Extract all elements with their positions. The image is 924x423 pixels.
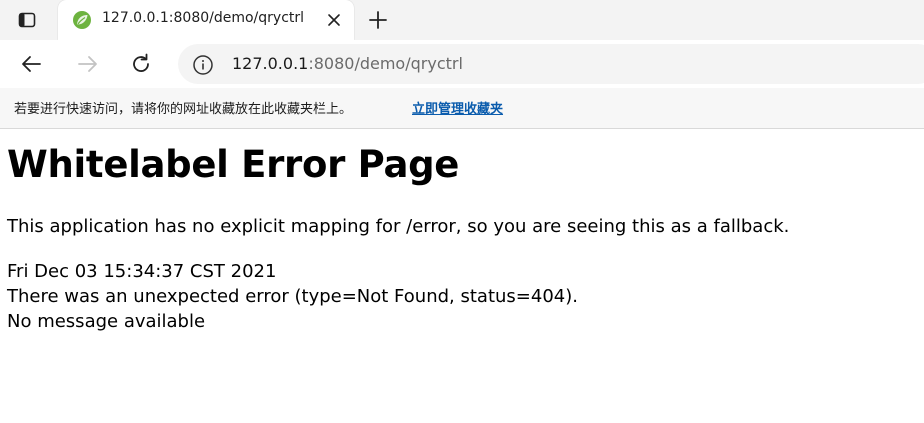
error-description: This application has no explicit mapping… [7, 216, 790, 237]
browser-chrome: 127.0.0.1:8080/demo/qryctrl 127.0.0.1:80… [0, 0, 924, 129]
error-detail: There was an unexpected error (type=Not … [7, 286, 578, 307]
plus-icon[interactable] [364, 6, 392, 34]
back-arrow-icon[interactable] [17, 49, 47, 79]
manage-favorites-link[interactable]: 立即管理收藏夹 [412, 98, 503, 117]
close-icon[interactable] [324, 10, 344, 30]
favorites-bar-message: 若要进行快速访问，请将你的网址收藏放在此收藏夹栏上。 [14, 102, 353, 117]
page-title: Whitelabel Error Page [7, 143, 460, 186]
url-path: :8080/demo/qryctrl [308, 54, 463, 73]
error-message: No message available [7, 311, 206, 332]
favorites-bar: 若要进行快速访问，请将你的网址收藏放在此收藏夹栏上。 立即管理收藏夹 [0, 88, 924, 128]
address-bar[interactable]: 127.0.0.1:8080/demo/qryctrl [178, 44, 924, 84]
spring-leaf-icon [72, 10, 92, 30]
forward-arrow-icon[interactable] [72, 49, 102, 79]
url-host: 127.0.0.1 [232, 54, 309, 73]
url-text[interactable]: 127.0.0.1:8080/demo/qryctrl [232, 54, 463, 73]
tab-title: 127.0.0.1:8080/demo/qryctrl [102, 10, 305, 26]
navigation-toolbar: 127.0.0.1:8080/demo/qryctrl [0, 40, 924, 88]
browser-tab[interactable]: 127.0.0.1:8080/demo/qryctrl [58, 0, 354, 40]
error-timestamp: Fri Dec 03 15:34:37 CST 2021 [7, 261, 277, 282]
info-icon[interactable] [192, 54, 214, 76]
reload-icon[interactable] [126, 49, 156, 79]
tab-strip: 127.0.0.1:8080/demo/qryctrl [0, 0, 924, 40]
tab-actions-icon[interactable] [8, 6, 46, 34]
page-content: Whitelabel Error Page This application h… [0, 129, 924, 423]
